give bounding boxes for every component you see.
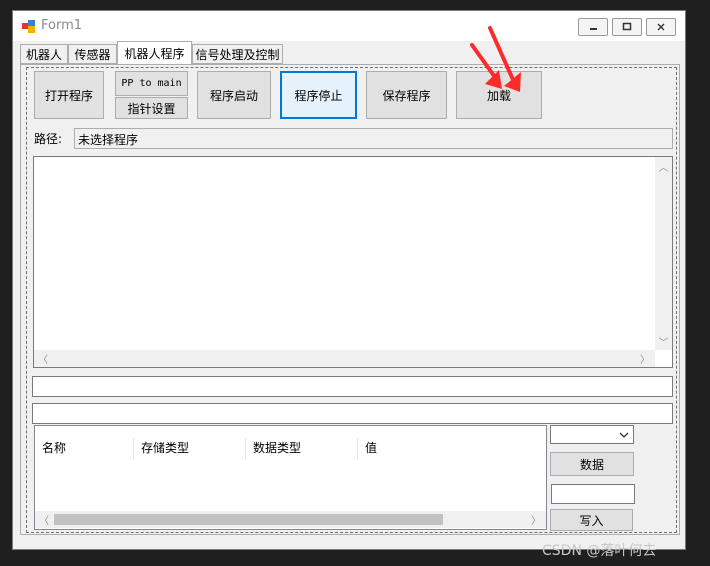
annotation-arrows: [470, 26, 521, 92]
watermark: CSDN @落叶何去: [542, 543, 657, 559]
red-arrow-icon: [470, 43, 502, 89]
